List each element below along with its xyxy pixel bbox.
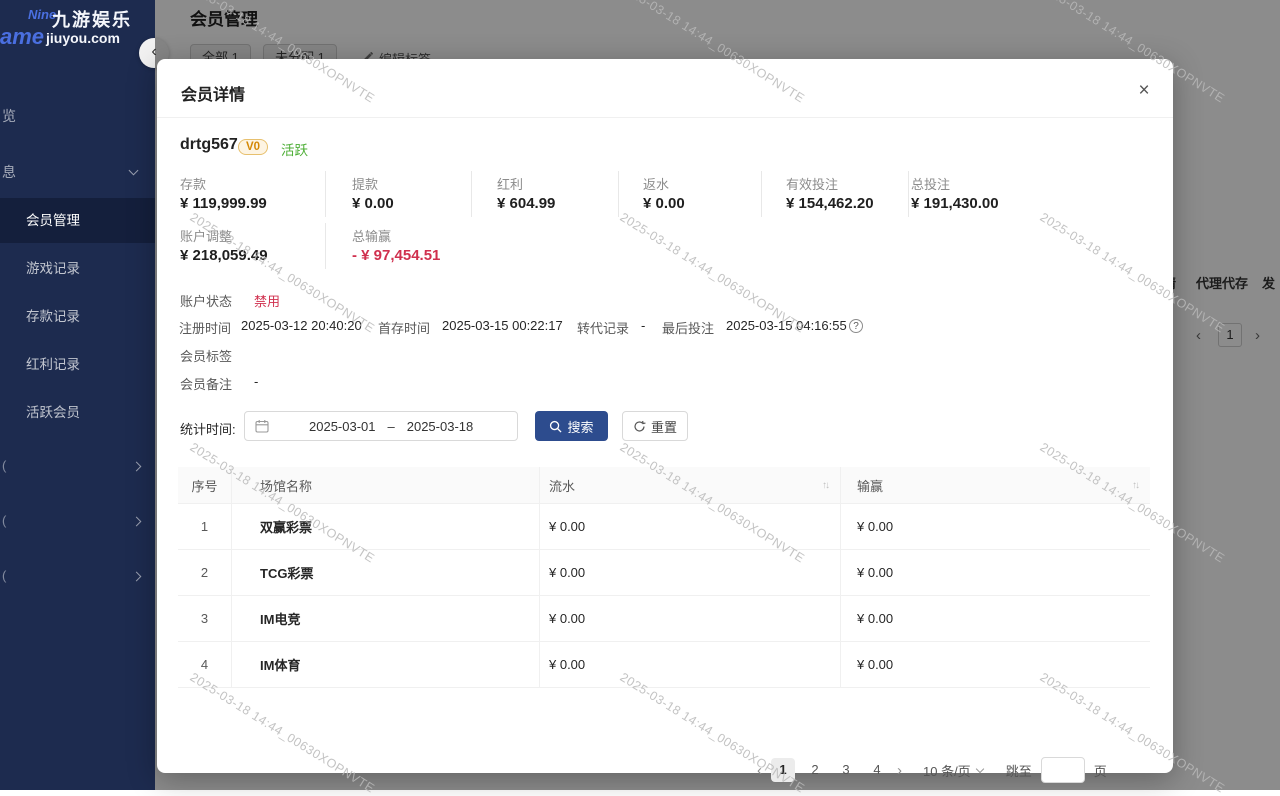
logo-text-en2: ame [0, 24, 44, 50]
calendar-icon [255, 419, 269, 433]
member-detail-modal: 会员详情 × drtg567 V0 活跃 存款 ¥ 119,999.99 提款 … [157, 59, 1173, 773]
page-2[interactable]: 2 [804, 758, 826, 782]
stat-divider [618, 171, 619, 217]
page-size-select[interactable]: 10 条/页 [923, 761, 983, 780]
search-button[interactable]: 搜索 [535, 411, 608, 441]
account-status-label: 账户状态 [180, 291, 232, 310]
jump-page-input[interactable] [1041, 757, 1085, 783]
stat-bonus-label: 红利 [497, 174, 523, 193]
header-winloss: 输赢 ↑↓ [840, 467, 1150, 503]
sidebar-item-game-records[interactable]: 游戏记录 [0, 246, 155, 291]
member-tags-label: 会员标签 [180, 346, 232, 365]
table-pagination: ‹ 1 2 3 4 › 10 条/页 跳至 页 [757, 757, 1107, 783]
page-4[interactable]: 4 [866, 758, 888, 782]
header-venue: 场馆名称 [231, 467, 539, 503]
username: drtg567 [180, 136, 238, 154]
member-remark-value: - [254, 374, 258, 389]
stat-divider [325, 171, 326, 217]
date-range-picker[interactable]: 2025-03-01 – 2025-03-18 [244, 411, 518, 441]
last-bet-value: 2025-03-15 04:16:55 [726, 318, 847, 333]
sidebar-item-partial-top[interactable]: 览 [2, 106, 16, 126]
date-separator: – [388, 419, 395, 434]
first-deposit-value: 2025-03-15 00:22:17 [442, 318, 563, 333]
prev-page-icon[interactable]: ‹ [757, 762, 762, 779]
page-3[interactable]: 3 [835, 758, 857, 782]
stat-deposit-value: ¥ 119,999.99 [180, 195, 267, 212]
chevron-down-icon [975, 764, 983, 772]
modal-header-divider [157, 117, 1173, 118]
sidebar: Nine 九游娱乐 ame jiuyou.com 览 息 会员管理 游戏记录 存… [0, 0, 155, 790]
level-badge: V0 [238, 139, 268, 155]
first-deposit-label: 首存时间 [378, 318, 430, 337]
date-start[interactable]: 2025-03-01 [309, 419, 376, 434]
stat-valid-bet-value: ¥ 154,462.20 [786, 195, 874, 212]
stat-winloss-label: 总输赢 [352, 226, 391, 245]
stat-divider [908, 171, 909, 217]
reset-button[interactable]: 重置 [622, 411, 688, 441]
modal-title: 会员详情 [181, 81, 245, 105]
chevron-down-icon [129, 166, 139, 176]
stat-valid-bet-label: 有效投注 [786, 174, 838, 193]
stat-winloss-value: - ¥ 97,454.51 [352, 247, 440, 264]
table-row[interactable]: 1 双赢彩票 ¥ 0.00 ¥ 0.00 [178, 504, 1150, 550]
table-header-row: 序号 场馆名称 流水 ↑↓ 输赢 ↑↓ [178, 467, 1150, 504]
sidebar-item-active-members[interactable]: 活跃会员 [0, 390, 155, 435]
register-time-value: 2025-03-12 20:40:20 [241, 318, 362, 333]
stat-divider [761, 171, 762, 217]
stat-divider [471, 171, 472, 217]
stat-withdraw-value: ¥ 0.00 [352, 195, 394, 212]
next-page-icon[interactable]: › [897, 762, 902, 779]
page-unit-label: 页 [1094, 761, 1107, 780]
page-1[interactable]: 1 [771, 758, 795, 782]
table-row[interactable]: 4 IM体育 ¥ 0.00 ¥ 0.00 [178, 642, 1150, 688]
sidebar-item-member-management[interactable]: 会员管理 [0, 198, 155, 243]
stat-adjustment-value: ¥ 218,059.49 [180, 247, 268, 264]
stat-bonus-value: ¥ 604.99 [497, 195, 555, 212]
header-turnover: 流水 ↑↓ [539, 467, 840, 503]
sidebar-item-deposit-records[interactable]: 存款记录 [0, 294, 155, 339]
table-row[interactable]: 3 IM电竞 ¥ 0.00 ¥ 0.00 [178, 596, 1150, 642]
jump-to-label: 跳至 [1006, 761, 1032, 780]
header-no: 序号 [178, 476, 231, 495]
sort-icon[interactable]: ↑↓ [822, 480, 828, 491]
stat-total-bet-value: ¥ 191,430.00 [911, 195, 999, 212]
stat-deposit-label: 存款 [180, 174, 206, 193]
stat-time-label: 统计时间: [180, 419, 236, 438]
status-tag: 活跃 [281, 139, 308, 159]
logo-text-cn: 九游娱乐 [52, 6, 132, 32]
register-time-label: 注册时间 [179, 318, 231, 337]
chevron-right-icon [132, 462, 142, 472]
logo-domain: jiuyou.com [46, 30, 120, 46]
account-status-value: 禁用 [254, 291, 280, 310]
sidebar-item-bonus-records[interactable]: 红利记录 [0, 342, 155, 387]
search-icon [549, 420, 562, 433]
venue-stats-table: 序号 场馆名称 流水 ↑↓ 输赢 ↑↓ 1 双赢彩票 ¥ 0.00 ¥ 0.00… [178, 467, 1150, 688]
question-circle-icon[interactable]: ? [849, 319, 863, 333]
member-remark-label: 会员备注 [180, 374, 232, 393]
reset-icon [633, 420, 646, 433]
stat-total-bet-label: 总投注 [911, 174, 950, 193]
stat-adjustment-label: 账户调整 [180, 226, 232, 245]
date-end[interactable]: 2025-03-18 [407, 419, 474, 434]
chevron-right-icon [132, 572, 142, 582]
stat-divider [325, 223, 326, 269]
last-bet-label: 最后投注 [662, 318, 714, 337]
stat-rebate-label: 返水 [643, 174, 669, 193]
stat-withdraw-label: 提款 [352, 174, 378, 193]
close-icon[interactable]: × [1132, 79, 1156, 103]
stat-rebate-value: ¥ 0.00 [643, 195, 685, 212]
agent-transfer-label: 转代记录 [577, 318, 629, 337]
chevron-right-icon [132, 517, 142, 527]
sort-icon[interactable]: ↑↓ [1132, 480, 1138, 491]
agent-transfer-value: - [641, 318, 645, 333]
table-row[interactable]: 2 TCG彩票 ¥ 0.00 ¥ 0.00 [178, 550, 1150, 596]
